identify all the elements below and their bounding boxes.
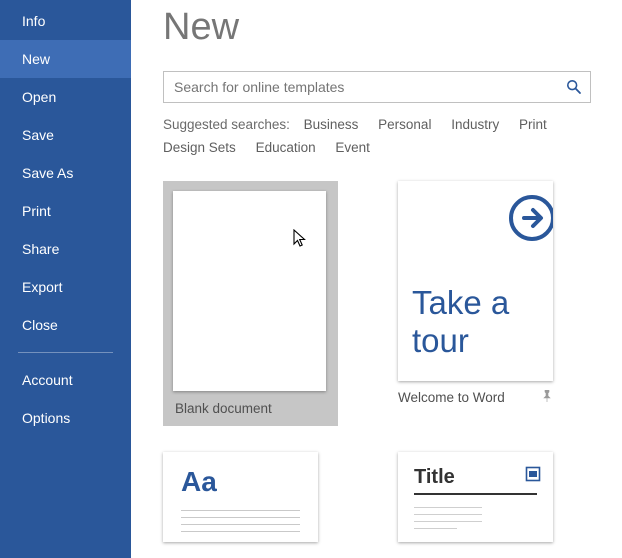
sidebar-item-share[interactable]: Share — [0, 230, 131, 268]
template-label: Blank document — [175, 401, 272, 416]
template-blank-document[interactable]: Blank document — [163, 181, 338, 426]
decorative-line — [414, 507, 482, 508]
template-label: Welcome to Word — [398, 390, 505, 405]
sidebar-item-open[interactable]: Open — [0, 78, 131, 116]
page-title: New — [163, 6, 622, 49]
aa-text: Aa — [181, 466, 300, 498]
suggested-label: Suggested searches: — [163, 117, 290, 132]
sidebar-item-save-as[interactable]: Save As — [0, 154, 131, 192]
suggested-link-business[interactable]: Business — [304, 117, 359, 132]
backstage-sidebar: Info New Open Save Save As Print Share E… — [0, 0, 131, 558]
suggested-link-design-sets[interactable]: Design Sets — [163, 140, 236, 155]
template-search — [163, 71, 591, 103]
suggested-link-print[interactable]: Print — [519, 117, 547, 132]
sidebar-item-options[interactable]: Options — [0, 399, 131, 437]
page-icon — [525, 466, 541, 485]
arrow-circle-right-icon — [507, 193, 553, 246]
template-thumb-title[interactable]: Title — [398, 452, 553, 542]
template-thumb-blank[interactable] — [173, 191, 326, 391]
sidebar-divider — [18, 352, 113, 353]
decorative-line — [414, 528, 457, 529]
decorative-line — [414, 521, 482, 522]
suggested-link-personal[interactable]: Personal — [378, 117, 431, 132]
decorative-line — [181, 510, 300, 511]
template-thumb-aa[interactable]: Aa — [163, 452, 318, 542]
title-text: Title — [414, 466, 537, 495]
tour-text: Take a tour — [412, 284, 539, 360]
sidebar-item-save[interactable]: Save — [0, 116, 131, 154]
sidebar-item-close[interactable]: Close — [0, 306, 131, 344]
pin-icon[interactable] — [541, 389, 553, 405]
suggested-link-industry[interactable]: Industry — [451, 117, 499, 132]
sidebar-item-account[interactable]: Account — [0, 361, 131, 399]
cursor-arrow-icon — [293, 229, 309, 249]
decorative-line — [181, 517, 300, 518]
sidebar-item-export[interactable]: Export — [0, 268, 131, 306]
decorative-line — [181, 524, 300, 525]
template-welcome-to-word[interactable]: Take a tour Welcome to Word — [398, 181, 573, 426]
suggested-searches: Suggested searches: Business Personal In… — [163, 113, 591, 159]
sidebar-item-print[interactable]: Print — [0, 192, 131, 230]
suggested-link-event[interactable]: Event — [335, 140, 370, 155]
decorative-line — [181, 531, 300, 532]
search-input[interactable] — [164, 72, 558, 102]
search-icon[interactable] — [558, 79, 590, 95]
sidebar-item-new[interactable]: New — [0, 40, 131, 78]
suggested-link-education[interactable]: Education — [256, 140, 316, 155]
main-panel: New Suggested searches: Business Persona… — [131, 0, 622, 558]
template-single-spaced[interactable]: Aa — [163, 452, 338, 542]
template-gallery: Blank document Take a tour Welcome to Wo… — [163, 181, 622, 542]
decorative-line — [414, 514, 482, 515]
template-title[interactable]: Title — [398, 452, 573, 542]
template-thumb-tour[interactable]: Take a tour — [398, 181, 553, 381]
sidebar-item-info[interactable]: Info — [0, 2, 131, 40]
